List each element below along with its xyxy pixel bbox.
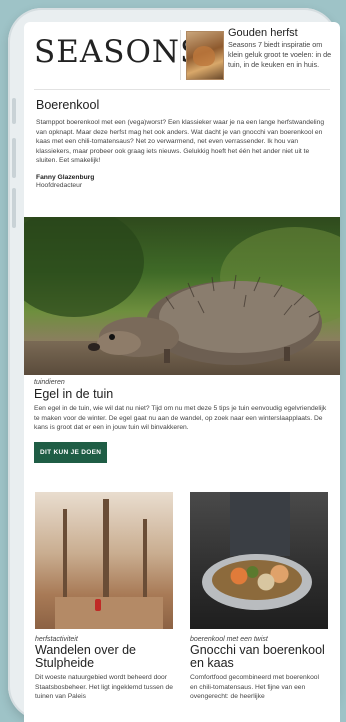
promo-title[interactable]: Gouden herfst bbox=[228, 27, 298, 39]
header-rule bbox=[34, 89, 330, 90]
signature-name: Fanny Glazenburg bbox=[36, 173, 95, 181]
header-divider bbox=[180, 30, 181, 80]
newsletter-header: SEASONS Gouden herfst Seasons 7 biedt in… bbox=[24, 22, 340, 106]
card-kicker: herfstactiviteit bbox=[35, 636, 78, 643]
intro-section: Boerenkool Stamppot boerenkool met een (… bbox=[24, 98, 340, 189]
feature-kicker: tuindieren bbox=[34, 379, 65, 386]
card-title[interactable]: Gnocchi van boerenkool en kaas bbox=[190, 644, 328, 670]
phone-volume-up-button bbox=[12, 138, 16, 178]
card-stulpheide[interactable]: herfstactiviteit Wandelen over de Stulph… bbox=[35, 492, 173, 702]
card-body: Dit woeste natuurgebied wordt beheerd do… bbox=[35, 674, 173, 701]
card-kicker: boerenkool met een twist bbox=[190, 636, 268, 643]
signature-role: Hoofdredacteur bbox=[36, 181, 83, 189]
feature-title[interactable]: Egel in de tuin bbox=[34, 387, 330, 401]
gnocchi-food bbox=[212, 560, 302, 600]
magazine-cover-thumbnail[interactable] bbox=[186, 31, 224, 80]
forest-path bbox=[55, 597, 163, 629]
hedgehog-hero-image[interactable] bbox=[24, 217, 340, 375]
forest-tree bbox=[103, 499, 109, 609]
promo-text: Seasons 7 biedt inspiratie om klein gelu… bbox=[228, 40, 332, 69]
forest-tree bbox=[63, 509, 67, 609]
feature-cta-button[interactable]: DIT KUN JE DOEN bbox=[34, 441, 108, 463]
intro-body: Stamppot boerenkool met een (vega)worst?… bbox=[36, 119, 325, 165]
gnocchi-dish-image[interactable] bbox=[190, 492, 328, 629]
hedgehog-illustration bbox=[88, 274, 322, 365]
card-body: Comfortfood gecombineerd met boerenkool … bbox=[190, 674, 319, 701]
newsletter-screen: SEASONS Gouden herfst Seasons 7 biedt in… bbox=[24, 22, 340, 722]
feature-body: Een egel in de tuin, wie wil dat nu niet… bbox=[34, 405, 327, 432]
seasons-logo[interactable]: SEASONS bbox=[34, 34, 202, 70]
phone-volume-down-button bbox=[12, 188, 16, 228]
feature-article: tuindieren Egel in de tuin Een egel in d… bbox=[34, 379, 330, 463]
walker-figure bbox=[95, 599, 101, 611]
cook-apron bbox=[230, 492, 290, 556]
forest-walk-image[interactable] bbox=[35, 492, 173, 629]
card-gnocchi[interactable]: boerenkool met een twist Gnocchi van boe… bbox=[190, 492, 328, 702]
forest-tree bbox=[143, 519, 147, 609]
intro-title: Boerenkool bbox=[36, 98, 100, 112]
phone-side-button bbox=[12, 98, 16, 124]
card-title[interactable]: Wandelen over de Stulpheide bbox=[35, 644, 173, 670]
